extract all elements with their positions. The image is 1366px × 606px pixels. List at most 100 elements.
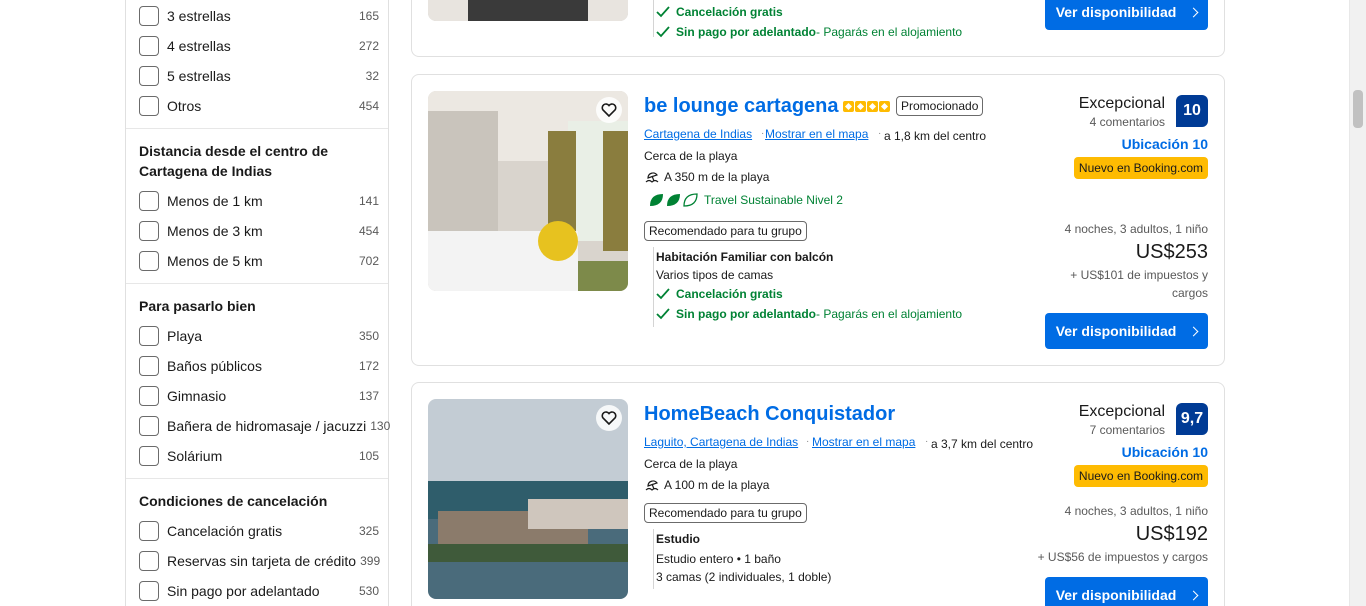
filter-jacuzzi[interactable]: Bañera de hidromasaje / jacuzzi 130 — [139, 415, 390, 437]
room-detail: Estudio entero • 1 baño — [656, 552, 781, 566]
star-icon — [843, 101, 854, 112]
filter-public-baths[interactable]: Baños públicos 172 — [139, 355, 379, 377]
property-photo[interactable] — [428, 91, 628, 291]
see-availability-button[interactable]: Ver disponibilidad — [1045, 313, 1208, 349]
checkbox[interactable] — [139, 36, 159, 56]
distance-filter-title: Distancia desde el centro de Cartagena d… — [139, 143, 329, 179]
page-scrollbar[interactable] — [1349, 0, 1366, 606]
room-name: Estudio — [656, 532, 700, 546]
review-count: 4 comentarios — [1089, 115, 1165, 129]
filter-distance-1km[interactable]: Menos de 1 km 141 — [139, 190, 379, 212]
divider — [126, 128, 388, 129]
check-icon — [656, 6, 670, 18]
hotel-name-link[interactable]: HomeBeach Conquistador — [644, 403, 895, 426]
checkbox[interactable] — [139, 326, 159, 346]
chevron-right-icon — [1188, 7, 1199, 17]
checkbox[interactable] — [139, 191, 159, 211]
taxes-and-fees: + US$56 de impuestos y cargos — [1037, 550, 1208, 564]
checkbox[interactable] — [139, 96, 159, 116]
stay-details: 4 noches, 3 adultos, 1 niño — [1064, 222, 1208, 236]
free-cancellation: Cancelación gratis — [656, 287, 783, 301]
bed-types: 3 camas (2 individuales, 1 doble) — [656, 570, 832, 584]
location-score: Ubicación 10 — [1121, 444, 1208, 460]
filter-solarium[interactable]: Solárium 105 — [139, 445, 379, 467]
scrollbar-thumb[interactable] — [1353, 90, 1363, 128]
star-rating — [843, 101, 890, 112]
separator-dot: · — [806, 436, 810, 447]
checkbox[interactable] — [139, 386, 159, 406]
star-icon — [879, 101, 890, 112]
filter-no-credit-card[interactable]: Reservas sin tarjeta de crédito 399 — [139, 550, 380, 572]
free-cancellation: Cancelación gratis — [656, 5, 783, 19]
property-card: HomeBeach Conquistador Laguito, Cartagen… — [411, 382, 1225, 606]
divider — [653, 529, 654, 589]
property-photo[interactable] — [428, 0, 628, 21]
filter-gym[interactable]: Gimnasio 137 — [139, 385, 379, 407]
beach-distance: A 100 m de la playa — [644, 478, 769, 492]
checkbox[interactable] — [139, 251, 159, 271]
checkbox[interactable] — [139, 66, 159, 86]
property-card: be lounge cartagena Promocionado Cartage… — [411, 74, 1225, 366]
filter-no-prepayment[interactable]: Sin pago por adelantado 530 — [139, 580, 379, 602]
checkbox[interactable] — [139, 6, 159, 26]
see-availability-button[interactable]: Ver disponibilidad — [1045, 577, 1208, 606]
see-availability-button[interactable]: Ver disponibilidad — [1045, 0, 1208, 30]
review-score-badge[interactable]: 9,7 — [1176, 403, 1208, 435]
new-on-booking-badge: Nuevo en Booking.com — [1073, 465, 1208, 487]
heart-icon[interactable] — [596, 97, 622, 123]
price: US$192 — [1135, 523, 1208, 545]
distance-from-center: a 1,8 km del centro — [884, 129, 987, 143]
show-on-map-link[interactable]: Mostrar en el mapa — [765, 127, 868, 141]
checkbox[interactable] — [139, 221, 159, 241]
chevron-right-icon — [1188, 326, 1199, 336]
beach-icon — [645, 480, 659, 491]
hotel-name-link[interactable]: be lounge cartagena — [644, 95, 839, 118]
checkbox[interactable] — [139, 356, 159, 376]
separator-dot: · — [878, 128, 882, 139]
filter-other-stars[interactable]: Otros 454 — [139, 95, 379, 117]
checkbox[interactable] — [139, 446, 159, 466]
filter-distance-5km[interactable]: Menos de 5 km 702 — [139, 250, 379, 272]
filter-5-stars[interactable]: 5 estrellas 32 — [139, 65, 379, 87]
review-score-badge[interactable]: 10 — [1176, 95, 1208, 127]
sustainability-badge[interactable]: Travel Sustainable Nivel 2 — [648, 192, 843, 208]
checkbox[interactable] — [139, 581, 159, 601]
heart-icon[interactable] — [596, 405, 622, 431]
price: US$253 — [1135, 241, 1208, 263]
review-score-word: Excepcional — [1078, 403, 1165, 420]
bed-types: Varios tipos de camas — [656, 268, 774, 282]
check-icon — [656, 288, 670, 300]
star-icon — [855, 101, 866, 112]
photo-placeholder — [428, 0, 628, 21]
filter-3-stars[interactable]: 3 estrellas 165 — [139, 5, 379, 27]
distance-from-center: a 3,7 km del centro — [931, 437, 1034, 451]
city-link[interactable]: Laguito, Cartagena de Indias — [644, 435, 798, 449]
review-score-word: Excepcional — [1078, 95, 1165, 112]
divider — [653, 0, 654, 37]
property-photo[interactable] — [428, 399, 628, 599]
near-beach-text: Cerca de la playa — [644, 149, 738, 163]
filter-distance-3km[interactable]: Menos de 3 km 454 — [139, 220, 379, 242]
promoted-badge: Promocionado — [896, 96, 984, 116]
new-on-booking-badge: Nuevo en Booking.com — [1073, 157, 1208, 179]
group-recommendation-badge: Recomendado para tu grupo — [644, 503, 807, 523]
show-on-map-link[interactable]: Mostrar en el mapa — [812, 435, 915, 449]
filter-4-stars[interactable]: 4 estrellas 272 — [139, 35, 379, 57]
divider — [653, 247, 654, 327]
taxes-and-fees: + US$101 de impuestos y cargos — [1070, 268, 1208, 300]
review-count: 7 comentarios — [1089, 423, 1165, 437]
checkbox[interactable] — [139, 551, 159, 571]
filters-sidebar: 3 estrellas 165 4 estrellas 272 5 estrella… — [125, 0, 390, 606]
beach-distance: A 350 m de la playa — [644, 170, 769, 184]
checkbox[interactable] — [139, 521, 159, 541]
filter-beach[interactable]: Playa 350 — [139, 325, 379, 347]
check-icon — [656, 26, 670, 38]
filter-free-cancellation[interactable]: Cancelación gratis 325 — [139, 520, 379, 542]
divider — [126, 478, 388, 479]
stay-details: 4 noches, 3 adultos, 1 niño — [1064, 504, 1208, 518]
city-link[interactable]: Cartagena de Indias — [644, 127, 752, 141]
divider — [126, 283, 388, 284]
location-score: Ubicación 10 — [1121, 136, 1208, 152]
room-name: Habitación Familiar con balcón — [656, 250, 834, 264]
checkbox[interactable] — [139, 416, 159, 436]
